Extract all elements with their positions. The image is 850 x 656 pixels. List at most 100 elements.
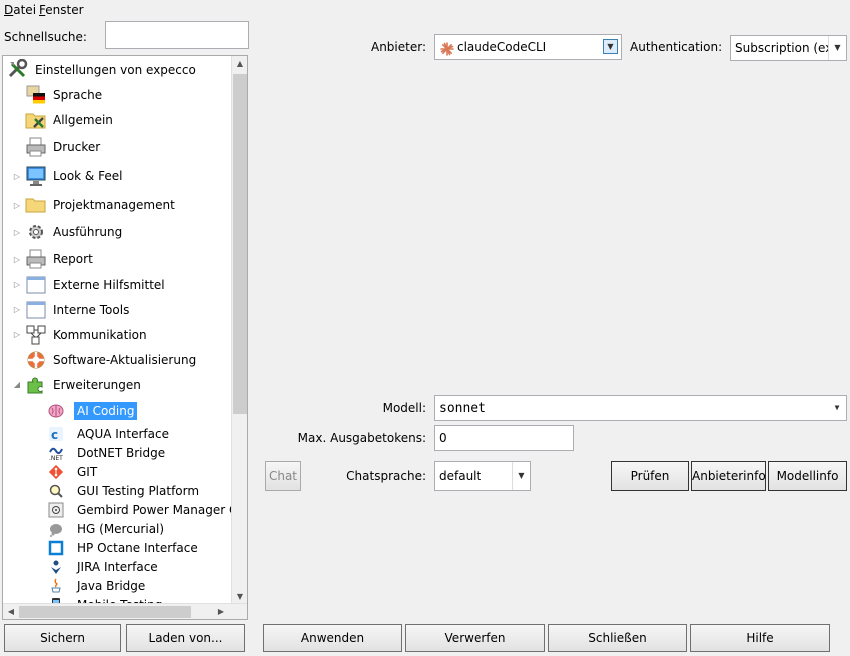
puzzle-icon	[25, 374, 47, 396]
search-label: Schnellsuche:	[4, 30, 87, 44]
tree-item-label: Externe Hilfsmittel	[53, 278, 165, 292]
search-input[interactable]	[105, 21, 249, 49]
scroll-thumb[interactable]	[19, 606, 191, 618]
tree-subitem-ai-coding[interactable]: AI Coding	[48, 401, 138, 421]
tree-subitem-label: JIRA Interface	[77, 560, 158, 574]
tree-root-label: Einstellungen von expecco	[35, 63, 196, 77]
expand-arrow-icon[interactable]: ▷	[12, 280, 22, 290]
tree-subitem-gui-testing[interactable]: GUI Testing Platform	[48, 481, 199, 501]
claude-sunburst-icon	[440, 40, 454, 56]
chat-button[interactable]: Chat	[265, 461, 301, 491]
save-button[interactable]: Sichern	[4, 624, 121, 652]
chevron-down-icon[interactable]: ▼	[512, 462, 530, 490]
max-tokens-input[interactable]: 0	[434, 425, 574, 451]
tree-item-label: Drucker	[53, 140, 101, 154]
chevron-down-icon[interactable]: ▼	[828, 396, 846, 420]
lifebuoy-icon	[25, 349, 47, 371]
chat-language-value: default	[439, 469, 482, 483]
provider-info-button[interactable]: Anbieterinfo	[691, 461, 766, 491]
tree-item-label: Interne Tools	[53, 303, 130, 317]
tree-horizontal-scrollbar[interactable]: ◀ ▶	[3, 603, 247, 619]
git-icon	[48, 464, 64, 480]
tree-item-software-aktualisierung[interactable]: Software-Aktualisierung	[25, 350, 196, 370]
help-button[interactable]: Hilfe	[690, 624, 830, 652]
load-from-button[interactable]: Laden von...	[126, 624, 245, 652]
close-button[interactable]: Schließen	[548, 624, 687, 652]
model-info-button[interactable]: Modellinfo	[768, 461, 847, 491]
model-combo[interactable]: sonnet ▼	[434, 395, 847, 421]
window-icon	[25, 274, 47, 296]
expand-arrow-icon[interactable]: ▷	[12, 228, 22, 238]
tree-item-sprache[interactable]: Sprache	[25, 85, 102, 105]
menu-window[interactable]: Fenster	[39, 3, 84, 17]
collapse-arrow-icon[interactable]: ◢	[12, 380, 22, 390]
tree-item-label: Report	[53, 252, 93, 266]
auth-label: Authentication:	[630, 40, 723, 54]
apply-button[interactable]: Anwenden	[263, 624, 402, 652]
scroll-thumb[interactable]	[233, 74, 247, 414]
tree-item-ausfuehrung[interactable]: Ausführung	[25, 222, 122, 242]
scroll-left-arrow-icon[interactable]: ◀	[3, 607, 19, 616]
expand-arrow-icon[interactable]: ▷	[12, 172, 22, 182]
tree-subitem-label: DotNET Bridge	[77, 446, 166, 460]
tree-item-label: Kommunikation	[53, 328, 147, 342]
folder-tools-icon	[25, 109, 47, 131]
tree-item-interne-tools[interactable]: Interne Tools	[25, 300, 129, 320]
tree-subitem-git[interactable]: GIT	[48, 462, 97, 482]
dotnet-icon: .NET	[48, 445, 64, 462]
model-label: Modell:	[382, 401, 426, 415]
jira-icon	[48, 559, 64, 575]
tree-subitem-label: Gembird Power Manager Con	[77, 503, 248, 517]
tree-item-drucker[interactable]: Drucker	[25, 137, 100, 157]
tree-subitem-dotnet[interactable]: .NET DotNET Bridge	[48, 443, 165, 463]
aqua-icon: c	[48, 426, 64, 442]
expand-arrow-icon[interactable]: ▷	[12, 201, 22, 211]
tree-item-look-feel[interactable]: Look & Feel	[25, 166, 122, 186]
auth-combo[interactable]: Subscription (ext ▼	[730, 35, 847, 61]
octane-icon	[48, 540, 64, 556]
svg-text:c: c	[51, 428, 58, 442]
tree-item-erweiterungen[interactable]: Erweiterungen	[25, 375, 141, 395]
tree-item-allgemein[interactable]: Allgemein	[25, 110, 113, 130]
power-icon	[48, 502, 64, 518]
tree-item-projektmanagement[interactable]: Projektmanagement	[25, 195, 175, 215]
model-value: sonnet	[439, 401, 486, 416]
tree-subitem-label: HP Octane Interface	[77, 541, 198, 555]
scroll-down-arrow-icon[interactable]: ▼	[232, 592, 247, 601]
gear-icon	[25, 221, 47, 243]
expand-arrow-icon[interactable]: ▷	[12, 305, 22, 315]
tree-subitem-hp-octane[interactable]: HP Octane Interface	[48, 538, 198, 558]
tree-subitem-aqua[interactable]: c AQUA Interface	[48, 424, 169, 444]
tree-item-label: Erweiterungen	[53, 378, 141, 392]
menu-file-label: atei	[13, 3, 37, 17]
expand-arrow-icon[interactable]: ▷	[12, 330, 22, 340]
auth-value: Subscription (ext	[735, 41, 838, 55]
menu-file[interactable]: Datei	[4, 3, 36, 17]
provider-combo[interactable]: claudeCodeCLI ▼	[434, 34, 622, 60]
check-button[interactable]: Prüfen	[611, 461, 689, 491]
tree-item-report[interactable]: Report	[25, 249, 93, 269]
tree-item-label: Ausführung	[53, 225, 123, 239]
tree-item-label: Look & Feel	[53, 169, 123, 183]
tree-subitem-gembird[interactable]: Gembird Power Manager Con	[48, 500, 248, 520]
mercurial-icon	[48, 521, 64, 537]
tree-item-externe-hilfsmittel[interactable]: Externe Hilfsmittel	[25, 275, 165, 295]
tree-subitem-jira[interactable]: JIRA Interface	[48, 557, 158, 577]
tree-subitem-mercurial[interactable]: HG (Mercurial)	[48, 519, 164, 539]
scroll-right-arrow-icon[interactable]: ▶	[213, 607, 229, 616]
tree-vertical-scrollbar[interactable]: ▲ ▼	[231, 56, 247, 604]
chevron-down-icon[interactable]: ▼	[828, 36, 846, 60]
chevron-down-icon[interactable]: ▼	[603, 39, 618, 54]
discard-button[interactable]: Verwerfen	[405, 624, 545, 652]
max-tokens-value: 0	[439, 431, 447, 445]
tree-subitem-label: Java Bridge	[77, 579, 146, 593]
chat-language-combo[interactable]: default ▼	[434, 461, 531, 491]
scroll-up-arrow-icon[interactable]: ▲	[232, 59, 247, 68]
tree-item-kommunikation[interactable]: Kommunikation	[25, 325, 147, 345]
tree-subitem-label: AQUA Interface	[77, 427, 169, 441]
tree-root[interactable]: Einstellungen von expecco	[7, 58, 196, 80]
folder-icon	[25, 194, 47, 216]
tree-subitem-java-bridge[interactable]: Java Bridge	[48, 576, 145, 596]
expand-arrow-icon[interactable]: ▷	[12, 255, 22, 265]
tree-subitem-label: AI Coding	[74, 402, 138, 420]
